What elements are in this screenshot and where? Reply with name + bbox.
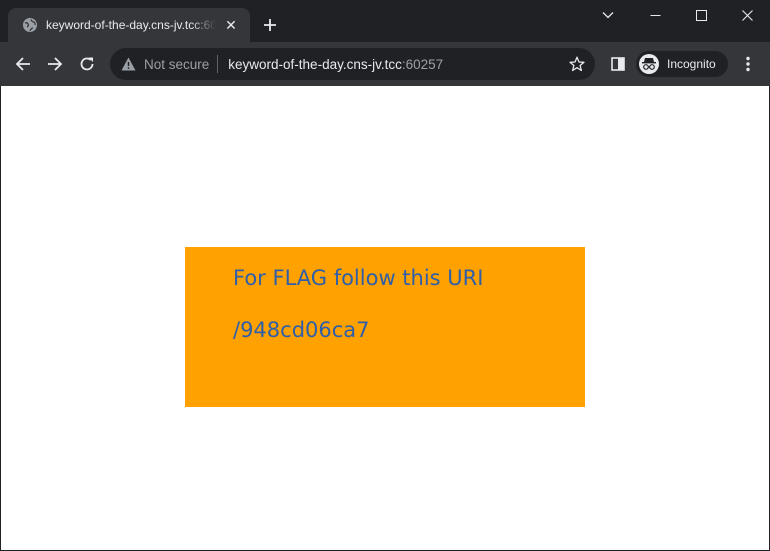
browser-toolbar: Not secure keyword-of-the-day.cns-jv.tcc… bbox=[0, 42, 770, 86]
incognito-indicator[interactable]: Incognito bbox=[636, 51, 728, 77]
arrow-left-icon bbox=[15, 57, 30, 71]
tab-active[interactable]: keyword-of-the-day.cns-jv.tcc:60257 ✕ bbox=[8, 8, 250, 42]
omnibox-divider bbox=[217, 55, 219, 73]
browser-window: keyword-of-the-day.cns-jv.tcc:60257 ✕ bbox=[0, 0, 770, 551]
minimize-button[interactable] bbox=[632, 0, 678, 30]
side-panel-button[interactable] bbox=[605, 50, 631, 78]
new-tab-button[interactable] bbox=[259, 14, 281, 36]
warning-icon[interactable] bbox=[120, 56, 136, 72]
close-tab-icon[interactable]: ✕ bbox=[222, 16, 240, 34]
arrow-right-icon bbox=[48, 57, 63, 71]
side-panel-icon bbox=[611, 57, 625, 71]
security-status-label[interactable]: Not secure bbox=[144, 57, 209, 72]
flag-message-box: For FLAG follow this URI /948cd06ca7 bbox=[185, 247, 585, 407]
minimize-icon bbox=[650, 14, 660, 16]
plus-icon bbox=[264, 19, 276, 31]
incognito-label: Incognito bbox=[667, 57, 716, 71]
browser-menu-button[interactable] bbox=[736, 50, 760, 78]
close-window-button[interactable] bbox=[724, 0, 770, 30]
forward-button[interactable] bbox=[41, 50, 69, 78]
reload-icon bbox=[80, 57, 94, 71]
page-viewport: For FLAG follow this URI /948cd06ca7 bbox=[1, 86, 769, 550]
flag-instruction-text: For FLAG follow this URI bbox=[233, 266, 484, 290]
reload-button[interactable] bbox=[73, 50, 101, 78]
maximize-button[interactable] bbox=[678, 0, 724, 30]
url-text[interactable]: keyword-of-the-day.cns-jv.tcc:60257 bbox=[228, 57, 443, 72]
chevron-down-icon bbox=[602, 12, 614, 19]
tab-search-button[interactable] bbox=[596, 4, 620, 26]
bookmark-star-icon[interactable] bbox=[567, 54, 587, 74]
url-port: :60257 bbox=[401, 56, 444, 72]
incognito-icon bbox=[639, 54, 659, 74]
tab-title: keyword-of-the-day.cns-jv.tcc:60257 bbox=[46, 18, 216, 32]
more-vert-icon bbox=[746, 56, 750, 72]
address-bar[interactable]: Not secure keyword-of-the-day.cns-jv.tcc… bbox=[110, 48, 595, 80]
window-controls bbox=[632, 0, 770, 30]
flag-uri-text: /948cd06ca7 bbox=[233, 318, 370, 342]
url-host: keyword-of-the-day.cns-jv.tcc bbox=[228, 56, 402, 72]
tab-strip: keyword-of-the-day.cns-jv.tcc:60257 ✕ bbox=[0, 0, 770, 42]
back-button[interactable] bbox=[9, 50, 37, 78]
globe-icon bbox=[22, 17, 38, 33]
maximize-icon bbox=[695, 9, 707, 21]
close-icon bbox=[741, 9, 753, 21]
